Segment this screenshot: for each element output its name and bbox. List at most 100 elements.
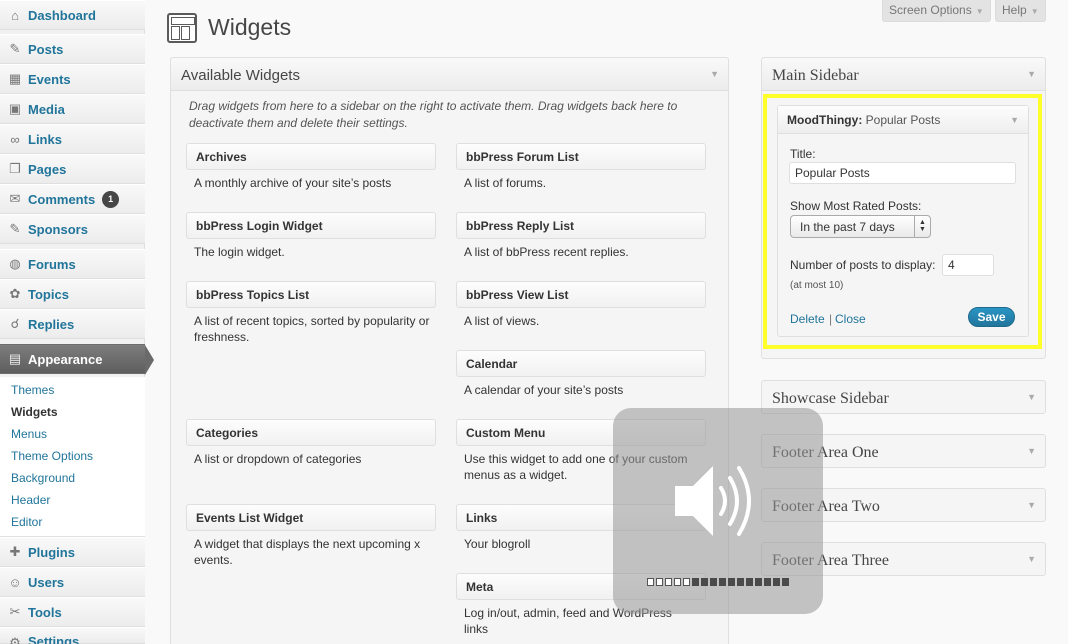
dashboard-icon: ⌂ <box>11 7 19 23</box>
menu-label: Pages <box>28 161 67 177</box>
volume-segment <box>773 578 780 586</box>
collapse-arrow-icon[interactable]: ▼ <box>1010 115 1019 125</box>
widget-bbpress-forum-list[interactable]: bbPress Forum List <box>456 143 706 170</box>
menu-item-users[interactable]: ☺ Users <box>0 567 145 597</box>
volume-segment <box>656 578 663 586</box>
available-widgets-description: Drag widgets from here to a sidebar on t… <box>189 99 678 130</box>
menu-item-comments[interactable]: ✉ Comments 1 <box>0 184 145 214</box>
menu-item-sponsors[interactable]: ✎ Sponsors <box>0 214 145 244</box>
replies-icon: ☌ <box>10 316 20 331</box>
widget-description: A list of forums. <box>464 176 547 190</box>
post-count-label: Number of posts to display: <box>790 258 936 272</box>
collapse-arrow-icon[interactable]: ▼ <box>1027 554 1036 564</box>
popular-posts-widget-header[interactable]: MoodThingy: Popular Posts ▼ <box>778 106 1028 134</box>
volume-segment <box>782 578 789 586</box>
widget-categories[interactable]: Categories <box>186 419 436 446</box>
comment-icon: ✉ <box>9 191 21 206</box>
menu-label: Plugins <box>28 544 75 560</box>
widget-bbpress-login[interactable]: bbPress Login Widget <box>186 212 436 239</box>
submenu-menus[interactable]: Menus <box>11 427 47 441</box>
menu-item-appearance[interactable]: ▤ Appearance <box>0 344 145 374</box>
users-icon: ☺ <box>8 574 22 590</box>
widget-bbpress-topics-list[interactable]: bbPress Topics List <box>186 281 436 308</box>
widget-description: A monthly archive of your site’s posts <box>194 176 392 190</box>
menu-label: Tools <box>28 604 62 620</box>
close-link[interactable]: Close <box>835 312 866 326</box>
pushpin-icon: ✎ <box>9 41 21 56</box>
widget-description: A calendar of your site’s posts <box>464 383 624 397</box>
widget-bbpress-view-list[interactable]: bbPress View List <box>456 281 706 308</box>
collapse-arrow-icon[interactable]: ▼ <box>710 69 719 79</box>
menu-item-forums[interactable]: ◍ Forums <box>0 249 145 279</box>
widget-events-list[interactable]: Events List Widget <box>186 504 436 531</box>
chevron-down-icon: ▼ <box>975 7 984 16</box>
menu-label: Forums <box>28 256 76 272</box>
volume-segment <box>674 578 681 586</box>
widget-description: A list of bbPress recent replies. <box>464 245 629 259</box>
menu-label: Events <box>28 71 71 87</box>
volume-segment <box>737 578 744 586</box>
submenu-theme-options[interactable]: Theme Options <box>11 449 93 463</box>
collapse-arrow-icon[interactable]: ▼ <box>1027 392 1036 402</box>
menu-item-topics[interactable]: ✿ Topics <box>0 279 145 309</box>
post-count-input[interactable] <box>942 254 994 276</box>
pages-icon: ❐ <box>9 161 21 176</box>
menu-item-dashboard[interactable]: ⌂ Dashboard <box>0 0 145 30</box>
save-button[interactable]: Save <box>968 307 1015 327</box>
collapse-arrow-icon[interactable]: ▼ <box>1027 446 1036 456</box>
volume-segment <box>701 578 708 586</box>
settings-icon: ⚙ <box>9 635 21 644</box>
menu-label: Comments <box>28 191 96 207</box>
menu-item-links[interactable]: ∞ Links <box>0 124 145 154</box>
widget-bbpress-reply-list[interactable]: bbPress Reply List <box>456 212 706 239</box>
speaker-icon <box>675 466 751 536</box>
volume-segment <box>710 578 717 586</box>
widget-description: A widget that displays the next upcoming… <box>194 537 421 567</box>
topics-icon: ✿ <box>9 286 21 301</box>
menu-item-posts[interactable]: ✎ Posts <box>0 34 145 64</box>
submenu-background[interactable]: Background <box>11 471 75 485</box>
menu-label: Replies <box>28 316 75 332</box>
menu-item-pages[interactable]: ❐ Pages <box>0 154 145 184</box>
title-input[interactable] <box>789 162 1016 184</box>
menu-item-media[interactable]: ▣ Media <box>0 94 145 124</box>
rated-period-select[interactable]: In the past 7 days ▲ ▼ <box>790 215 931 238</box>
help-button[interactable]: Help ▼ <box>995 0 1046 22</box>
select-arrows-icon: ▲ ▼ <box>914 216 930 237</box>
volume-overlay <box>613 408 823 614</box>
menu-item-events[interactable]: ▦ Events <box>0 64 145 94</box>
menu-item-settings[interactable]: ⚙ Settings <box>0 627 145 644</box>
submenu-widgets[interactable]: Widgets <box>11 405 58 419</box>
main-sidebar-header[interactable]: Main Sidebar ▼ <box>762 58 1045 91</box>
widget-description: A list or dropdown of categories <box>194 452 362 466</box>
widget-archives[interactable]: Archives <box>186 143 436 170</box>
rated-period-value: In the past 7 days <box>800 220 895 234</box>
submenu-header[interactable]: Header <box>11 493 50 507</box>
admin-menu: ⌂ Dashboard ✎ Posts ▦ Events ▣ Media ∞ L… <box>0 0 145 644</box>
collapse-arrow-icon[interactable]: ▼ <box>1027 500 1036 510</box>
menu-label: Sponsors <box>28 221 88 237</box>
widget-name: MoodThingy: <box>787 113 863 127</box>
submenu-editor[interactable]: Editor <box>11 515 42 529</box>
widget-instance-title: Popular Posts <box>865 113 941 127</box>
appearance-icon: ▤ <box>8 351 22 366</box>
link-separator: | <box>829 312 833 326</box>
widget-calendar[interactable]: Calendar <box>456 350 706 377</box>
menu-label: Links <box>28 131 62 147</box>
menu-item-replies[interactable]: ☌ Replies <box>0 309 145 339</box>
rated-posts-label: Show Most Rated Posts: <box>790 199 922 213</box>
screen-options-button[interactable]: Screen Options ▼ <box>882 0 991 22</box>
menu-label: Posts <box>28 41 64 57</box>
collapse-arrow-icon[interactable]: ▼ <box>1027 69 1036 79</box>
pushpin-icon: ✎ <box>9 221 21 236</box>
volume-segment <box>728 578 735 586</box>
submenu-themes[interactable]: Themes <box>11 383 54 397</box>
menu-item-plugins[interactable]: ✚ Plugins <box>0 537 145 567</box>
available-widgets-header[interactable]: Available Widgets ▼ <box>171 58 728 91</box>
delete-link[interactable]: Delete <box>790 312 825 326</box>
menu-item-tools[interactable]: ✂ Tools <box>0 597 145 627</box>
calendar-icon: ▦ <box>8 71 22 86</box>
widget-description: A list of views. <box>464 314 540 328</box>
volume-segment <box>647 578 654 586</box>
volume-segment <box>755 578 762 586</box>
